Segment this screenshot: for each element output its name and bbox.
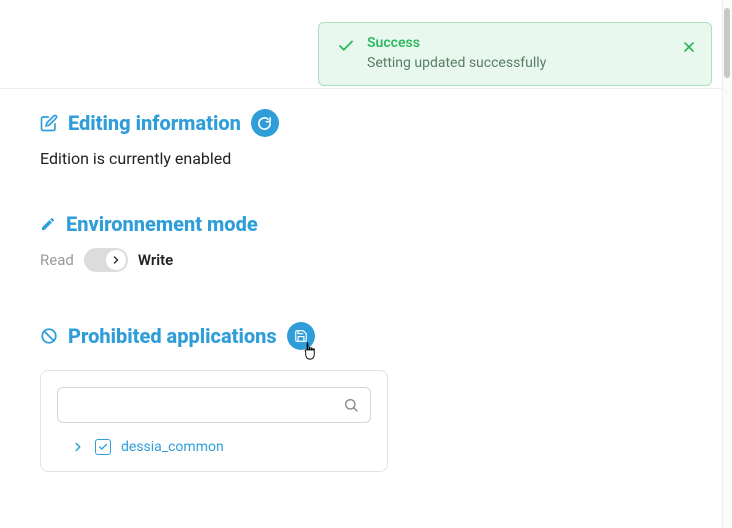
pencil-icon: [40, 216, 56, 232]
checkbox[interactable]: [95, 439, 111, 455]
prohibited-header: Prohibited applications: [40, 322, 682, 350]
scrollbar-track[interactable]: [722, 0, 732, 528]
toast-title: Success: [367, 35, 667, 51]
read-label: Read: [40, 251, 74, 269]
editing-title: Editing information: [68, 111, 241, 135]
env-toggle[interactable]: [84, 248, 128, 272]
toggle-knob: [106, 250, 126, 270]
prohibited-title: Prohibited applications: [68, 324, 277, 348]
chevron-right-icon[interactable]: [71, 440, 85, 454]
env-header: Environnement mode: [40, 212, 682, 236]
write-label: Write: [138, 251, 173, 269]
prohibit-icon: [40, 327, 58, 345]
env-title: Environnement mode: [66, 212, 258, 236]
editing-status: Edition is currently enabled: [40, 149, 682, 168]
scrollbar-thumb[interactable]: [724, 8, 730, 78]
tree-row[interactable]: dessia_common: [57, 439, 371, 455]
cursor-icon: [301, 342, 319, 362]
save-button[interactable]: [287, 322, 315, 350]
success-toast: Success Setting updated successfully: [318, 22, 712, 86]
env-toggle-row: Read Write: [40, 248, 682, 272]
prohibited-card: dessia_common: [40, 370, 388, 472]
search-input[interactable]: [57, 387, 371, 423]
edit-square-icon: [40, 114, 58, 132]
search-icon: [343, 397, 359, 413]
search-wrap: [57, 387, 371, 423]
check-icon: [337, 37, 355, 55]
page-content: Editing information Edition is currently…: [0, 88, 722, 528]
editing-header: Editing information: [40, 109, 682, 137]
tree-item-label[interactable]: dessia_common: [121, 439, 224, 455]
close-icon[interactable]: [681, 39, 697, 55]
toast-message: Setting updated successfully: [367, 55, 667, 71]
refresh-button[interactable]: [251, 109, 279, 137]
